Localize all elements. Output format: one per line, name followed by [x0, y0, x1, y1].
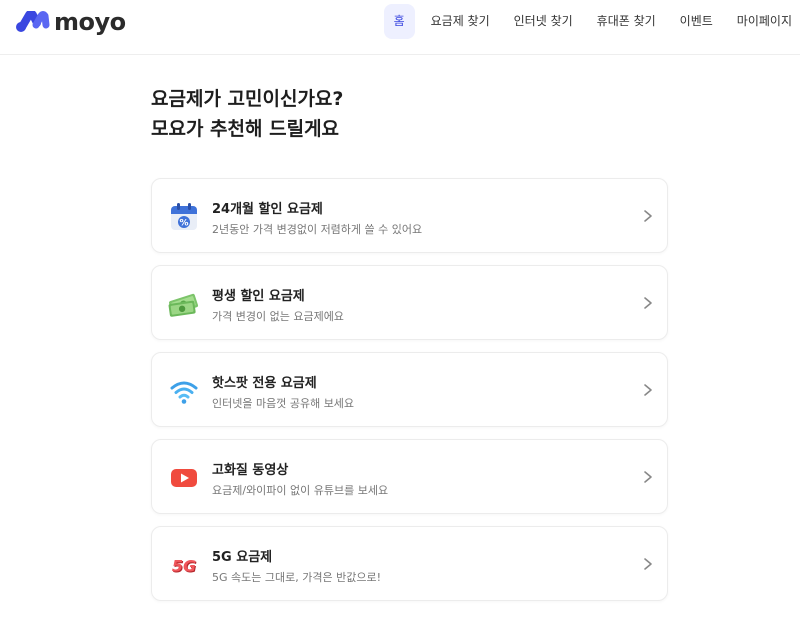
nav-find-plans[interactable]: 요금제 찾기: [419, 4, 502, 39]
wifi-icon: [170, 381, 198, 404]
logo-mark-icon: [16, 11, 50, 32]
nav-mypage[interactable]: 마이페이지: [725, 4, 800, 39]
card-hotspot-plan[interactable]: 핫스팟 전용 요금제 인터넷을 마음껏 공유해 보세요: [151, 352, 668, 427]
chevron-right-icon: [644, 558, 652, 570]
logo-text: moyo: [54, 8, 126, 36]
nav-events[interactable]: 이벤트: [668, 4, 725, 39]
money-icon: [168, 293, 199, 317]
card-title: 핫스팟 전용 요금제: [212, 376, 317, 391]
card-title: 평생 할인 요금제: [212, 289, 305, 304]
nav-home[interactable]: 홈: [383, 4, 415, 39]
card-description: 가격 변경이 없는 요금제에요: [212, 310, 344, 323]
card-hd-video[interactable]: 고화질 동영상 요금제/와이파이 없이 유튜브를 보세요: [151, 439, 668, 514]
5g-icon: 5G 5G: [172, 557, 197, 577]
nav-find-phones[interactable]: 휴대폰 찾기: [585, 4, 668, 39]
headline-line-1: 요금제가 고민이신가요?: [151, 88, 344, 110]
card-24-month-discount[interactable]: % 24개월 할인 요금제 2년동안 가격 변경없이 저렴하게 쓸 수 있어요: [151, 178, 668, 253]
moyo-logo[interactable]: moyo: [16, 8, 126, 36]
chevron-right-icon: [644, 471, 652, 483]
chevron-right-icon: [644, 384, 652, 396]
main-nav: 홈 요금제 찾기 인터넷 찾기 휴대폰 찾기 이벤트 마이페이지: [383, 4, 800, 39]
svg-text:%: %: [179, 219, 188, 229]
chevron-right-icon: [644, 210, 652, 222]
top-header: moyo 홈 요금제 찾기 인터넷 찾기 휴대폰 찾기 이벤트 마이페이지: [0, 0, 800, 55]
headline-line-2: 모요가 추천해 드릴게요: [151, 118, 340, 140]
card-title: 5G 요금제: [212, 550, 273, 565]
card-lifetime-discount[interactable]: 평생 할인 요금제 가격 변경이 없는 요금제에요: [151, 265, 668, 340]
card-description: 요금제/와이파이 없이 유튜브를 보세요: [212, 484, 389, 497]
card-title: 고화질 동영상: [212, 463, 289, 478]
card-description: 2년동안 가격 변경없이 저렴하게 쓸 수 있어요: [212, 223, 423, 236]
card-description: 5G 속도는 그대로, 가격은 반값으로!: [212, 571, 381, 584]
play-icon: [171, 469, 197, 487]
chevron-right-icon: [644, 297, 652, 309]
svg-text:5G: 5G: [172, 557, 196, 576]
card-title: 24개월 할인 요금제: [212, 202, 323, 217]
nav-find-internet[interactable]: 인터넷 찾기: [502, 4, 585, 39]
card-5g-plan[interactable]: 5G 5G 5G 요금제 5G 속도는 그대로, 가격은 반값으로!: [151, 526, 668, 601]
card-description: 인터넷을 마음껏 공유해 보세요: [212, 397, 355, 410]
calendar-percent-icon: %: [171, 203, 197, 230]
page-headline: 요금제가 고민이신가요? 모요가 추천해 드릴게요: [151, 84, 343, 144]
